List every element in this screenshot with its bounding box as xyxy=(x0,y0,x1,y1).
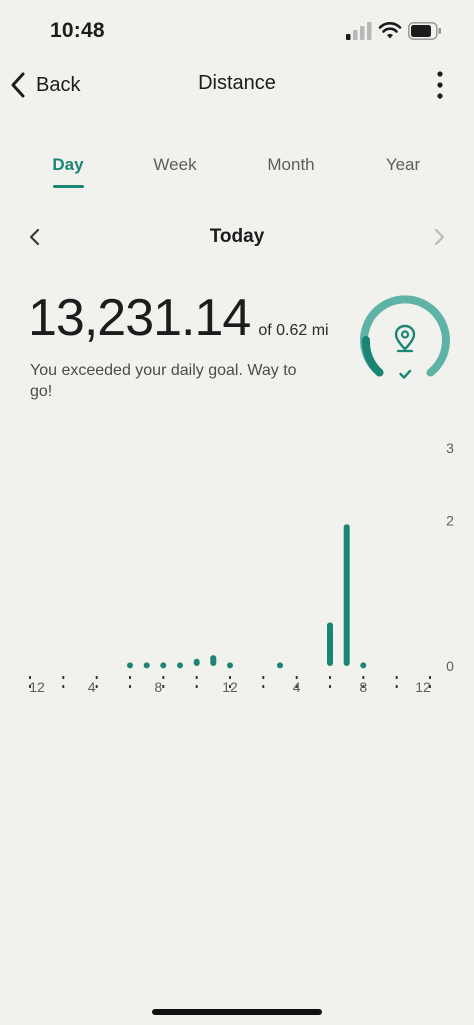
x-tick-label: 8 xyxy=(154,679,162,695)
home-indicator xyxy=(152,1009,322,1015)
x-tick-mark xyxy=(62,685,65,688)
chart-bar xyxy=(160,662,167,669)
tab-week[interactable]: Week xyxy=(153,155,196,175)
y-tick-label: 3 xyxy=(446,440,454,456)
goal-message: You exceeded your daily goal. Way to go! xyxy=(30,362,297,400)
x-tick-mark xyxy=(129,676,131,679)
chart-bar xyxy=(193,658,200,666)
chart-bar xyxy=(127,662,133,669)
x-tick-mark xyxy=(95,676,98,679)
x-tick-mark xyxy=(262,676,265,679)
x-tick-mark xyxy=(395,685,398,688)
goal-text: of 0.62 mi xyxy=(258,322,329,339)
cellular-signal-icon xyxy=(346,22,372,40)
status-bar: 10:48 xyxy=(0,0,474,60)
x-tick-label: 4 xyxy=(88,679,96,695)
chart-bar xyxy=(360,662,367,669)
x-tick-label: 8 xyxy=(359,679,367,695)
x-tick-label: 12 xyxy=(415,679,431,695)
date-label: Today xyxy=(209,226,265,247)
location-pin-icon xyxy=(394,324,416,353)
tab-month[interactable]: Month xyxy=(267,155,314,175)
chart-bar xyxy=(227,662,233,669)
x-tick-label: 12 xyxy=(222,679,238,695)
y-tick-label: 0 xyxy=(446,658,454,674)
battery-icon xyxy=(408,22,441,40)
next-day-button[interactable] xyxy=(430,226,448,248)
status-time: 10:48 xyxy=(50,19,105,42)
chart-bar xyxy=(343,524,350,666)
x-tick-mark xyxy=(395,676,398,679)
tab-day[interactable]: Day xyxy=(52,155,83,175)
app-header: Back Distance xyxy=(0,62,474,108)
tab-year[interactable]: Year xyxy=(386,155,420,175)
chart-bar xyxy=(177,662,183,669)
chart-bar xyxy=(327,622,333,666)
x-tick-mark xyxy=(162,676,165,679)
period-tabs: Day Week Month Year xyxy=(0,155,474,195)
x-tick-mark xyxy=(95,685,98,688)
chart-bar xyxy=(277,662,283,669)
page-title: Distance xyxy=(198,72,276,94)
x-tick-mark xyxy=(195,685,198,688)
distance-screen: 10:48 Back Distance Day Week Month Year … xyxy=(0,0,474,1025)
active-tab-indicator xyxy=(53,185,84,188)
goal-progress-ring xyxy=(360,295,450,379)
y-tick-label: 2 xyxy=(446,513,454,529)
more-vertical-icon[interactable] xyxy=(426,68,454,102)
distance-value: 13,231.14 xyxy=(28,289,251,347)
x-tick-mark xyxy=(262,685,265,688)
x-tick-mark xyxy=(329,685,331,688)
x-tick-mark xyxy=(62,676,65,679)
x-tick-label: 4 xyxy=(293,679,301,695)
x-tick-mark xyxy=(129,685,131,688)
x-tick-mark xyxy=(195,676,198,679)
distance-summary: 13,231.14 of 0.62 mi xyxy=(28,288,329,348)
distance-bar-chart: 0 2 3 12 4 8 12 4 8 12 xyxy=(29,440,454,695)
x-tick-mark xyxy=(329,676,331,679)
check-icon xyxy=(399,369,412,379)
wifi-icon xyxy=(378,22,402,39)
chart-bar xyxy=(143,662,150,669)
x-tick-mark xyxy=(162,685,165,688)
x-tick-label: 12 xyxy=(29,679,45,695)
date-navigation: Today xyxy=(0,222,474,252)
chart-bar xyxy=(210,655,217,666)
